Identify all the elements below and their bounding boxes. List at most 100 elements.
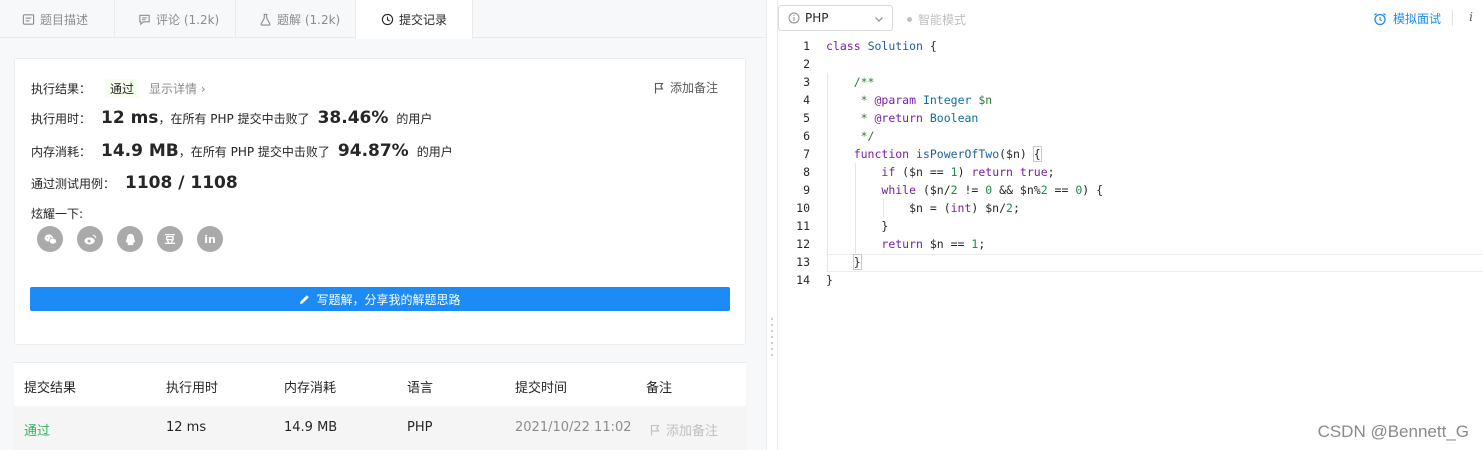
weibo-icon <box>83 234 96 244</box>
add-note-label: 添加备注 <box>666 424 719 439</box>
col-header-runtime: 执行用时 <box>166 381 219 396</box>
alarm-clock-icon <box>1374 12 1386 25</box>
wechat-share-button[interactable] <box>37 226 63 252</box>
code-line: /** <box>826 75 875 89</box>
grip-dot <box>771 336 773 338</box>
comment-icon <box>139 14 150 25</box>
table-row[interactable]: 通过 12 ms 14.9 MB PHP 2021/10/22 11:02 添加… <box>14 406 746 450</box>
code-line: class Solution { <box>826 39 937 53</box>
runtime-row: 执行用时： 12 ms ，在所有 PHP 提交中击败了 38.46% 的用户 <box>31 108 432 128</box>
wechat-icon <box>44 234 57 244</box>
code-line: } <box>852 254 862 270</box>
status-badge: 通过 <box>105 79 140 98</box>
tab-solutions[interactable]: 题解 (1.2k) <box>259 0 340 38</box>
line-number: 10 <box>796 201 810 215</box>
col-header-time: 提交时间 <box>515 381 568 396</box>
toolbar-divider <box>1452 10 1453 26</box>
tab-description[interactable]: 题目描述 <box>22 0 88 38</box>
memory-value: 14.9 MB <box>101 141 179 161</box>
code-line: */ <box>826 129 875 143</box>
grip-dot <box>771 348 773 350</box>
show-details-link[interactable]: 显示详情 › <box>149 80 206 97</box>
cell-memory: 14.9 MB <box>284 420 338 435</box>
code-line: while ($n/2 != 0 && $n%2 == 0) { <box>881 183 1104 197</box>
testcases-value: 1108 / 1108 <box>125 173 238 193</box>
line-number: 8 <box>803 165 810 179</box>
pencil-icon <box>300 294 310 304</box>
runtime-label: 执行用时： <box>31 112 92 126</box>
grip-dot <box>771 354 773 356</box>
cell-language: PHP <box>407 420 433 435</box>
tab-label: 题目描述 <box>40 12 89 27</box>
tab-comments[interactable]: 评论 (1.2k) <box>138 0 219 38</box>
language-value: PHP <box>805 11 829 25</box>
share-label: 炫耀一下: <box>31 207 84 221</box>
douban-icon: 豆 <box>164 233 176 246</box>
cell-add-note-button[interactable]: 添加备注 <box>650 420 718 439</box>
col-header-language: 语言 <box>407 381 434 396</box>
line-number: 1 <box>803 39 810 53</box>
tab-divider <box>114 0 115 38</box>
line-number: 14 <box>796 273 810 287</box>
weibo-share-button[interactable] <box>77 226 103 252</box>
pane-resize-handle[interactable] <box>766 0 778 450</box>
col-header-note: 备注 <box>646 381 673 396</box>
line-number: 7 <box>803 147 810 161</box>
tab-label: 提交记录 <box>398 13 447 27</box>
testcases-row: 通过测试用例： 1108 / 1108 <box>31 173 238 193</box>
code-line: return $n == 1; <box>881 237 986 251</box>
line-number: 11 <box>796 219 810 233</box>
memory-label: 内存消耗： <box>31 145 92 159</box>
tab-submissions[interactable]: 提交记录 <box>355 0 473 39</box>
line-number: 13 <box>796 255 810 269</box>
code-line: * @param Integer $n <box>826 93 993 107</box>
chevron-down-icon <box>875 17 883 22</box>
write-solution-button[interactable]: 写题解，分享我的解题思路 <box>30 287 730 311</box>
flag-icon <box>654 82 664 93</box>
runtime-value: 12 ms <box>101 108 159 128</box>
info-button[interactable]: i <box>1469 10 1473 24</box>
cell-status-link[interactable]: 通过 <box>24 420 50 439</box>
cell-submitted-time: 2021/10/22 11:02 <box>515 420 632 435</box>
memory-row: 内存消耗： 14.9 MB ，在所有 PHP 提交中击败了 94.87% 的用户 <box>31 141 453 161</box>
qq-share-button[interactable] <box>117 226 143 252</box>
status-row: 执行结果： 通过 显示详情 › <box>31 79 206 98</box>
submissions-table: 提交结果 执行用时 内存消耗 语言 提交时间 备注 通过 12 ms 14.9 … <box>14 362 746 450</box>
status-label: 执行结果： <box>31 82 92 96</box>
language-select[interactable]: PHP <box>778 5 893 31</box>
flask-icon <box>260 13 271 26</box>
mock-interview-button[interactable]: 模拟面试 <box>1373 10 1441 27</box>
tab-divider <box>235 0 236 38</box>
dot-icon <box>907 17 912 22</box>
line-number: 9 <box>803 183 810 197</box>
memory-percentile: 94.87% <box>337 141 409 161</box>
clock-icon <box>381 13 394 26</box>
info-circle-icon <box>788 12 800 24</box>
grip-dot <box>771 342 773 344</box>
cell-runtime: 12 ms <box>166 420 207 435</box>
code-line: $n = (int) $n/2; <box>826 201 1020 215</box>
mock-interview-label: 模拟面试 <box>1392 12 1441 26</box>
runtime-suffix: 的用户 <box>396 112 433 126</box>
code-line: function isPowerOfTwo($n) { <box>853 146 1042 162</box>
line-number: 3 <box>803 75 810 89</box>
code-editor[interactable]: 1 2 3 4 5 6 7 8 9 10 11 12 13 14 class S… <box>778 37 1483 450</box>
grip-dot <box>771 330 773 332</box>
code-line: * @return Boolean <box>826 111 979 125</box>
linkedin-share-button[interactable]: in <box>197 226 223 252</box>
line-number: 5 <box>803 111 810 125</box>
tab-label: 题解 (1.2k) <box>277 12 341 27</box>
line-number: 4 <box>803 93 810 107</box>
qq-icon <box>125 233 135 245</box>
add-note-button[interactable]: 添加备注 <box>654 79 718 96</box>
runtime-percentile: 38.46% <box>317 108 389 128</box>
memory-text: ，在所有 PHP 提交中击败了 <box>178 145 330 159</box>
current-line-highlight <box>826 254 1483 272</box>
write-solution-label: 写题解，分享我的解题思路 <box>316 292 461 307</box>
smart-mode-toggle[interactable]: 智能模式 <box>907 11 966 28</box>
douban-share-button[interactable]: 豆 <box>157 226 183 252</box>
runtime-text: ，在所有 PHP 提交中击败了 <box>158 112 310 126</box>
testcases-label: 通过测试用例： <box>31 177 116 191</box>
grip-dot <box>771 318 773 320</box>
line-number: 12 <box>796 237 810 251</box>
